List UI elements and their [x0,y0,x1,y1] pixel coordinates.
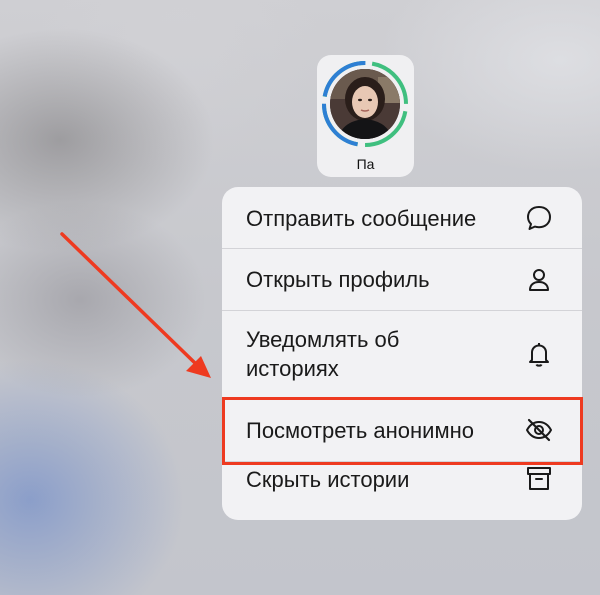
red-arrow-annotation [60,232,211,378]
